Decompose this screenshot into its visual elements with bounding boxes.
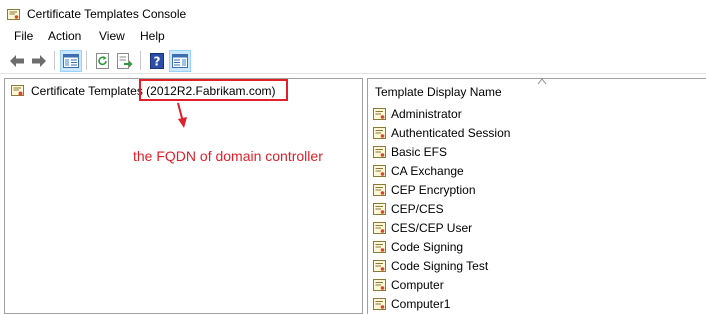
certificate-template-icon [373,145,386,158]
list-item[interactable]: Code Signing [373,237,706,256]
menu-file[interactable]: File [14,29,33,43]
certificate-console-icon [7,9,20,20]
list-item-label: Computer1 [391,296,451,311]
list-item-label: Code Signing Test [391,258,489,273]
certificate-template-icon [373,107,386,120]
list-item-label: Code Signing [391,239,464,254]
fqdn-highlight-box [139,79,288,101]
list-item-label: Authenticated Session [391,125,511,140]
annotation-arrow [177,102,187,128]
toolbar-separator [86,51,87,70]
list-item[interactable]: CEP Encryption [373,180,706,199]
list-item[interactable]: Basic EFS [373,142,706,161]
certificate-template-icon [373,126,386,139]
show-hide-action-pane-icon [172,54,188,68]
list-item[interactable]: CA Exchange [373,161,706,180]
refresh-button[interactable] [92,50,114,72]
show-hide-console-tree-button[interactable] [60,50,82,72]
toolbar: ? [0,48,706,74]
list-item[interactable]: CES/CEP User [373,218,706,237]
certificate-template-icon [373,202,386,215]
list-item[interactable]: Authenticated Session [373,123,706,142]
back-icon [10,55,24,67]
menu-view[interactable]: View [99,29,125,43]
list-item-label: CES/CEP User [391,220,473,235]
forward-icon [32,55,46,67]
list-item[interactable]: Computer [373,275,706,294]
list-item-label: CEP Encryption [391,182,476,197]
menu-help[interactable]: Help [140,29,165,43]
certificate-template-icon [373,240,386,253]
back-button[interactable] [6,50,28,72]
menu-action[interactable]: Action [48,29,81,43]
title-bar: Certificate Templates Console [0,0,706,28]
certificate-template-icon [373,297,386,310]
toolbar-separator [54,51,55,70]
toolbar-separator [140,51,141,70]
list-item[interactable]: Code Signing Test [373,256,706,275]
list-item-label: CA Exchange [391,163,464,178]
menu-bar: File Action View Help [0,28,706,46]
list-item[interactable]: Computer1 [373,294,706,313]
svg-text:?: ? [154,55,161,69]
refresh-icon [96,53,109,69]
list-item-label: Computer [391,277,444,292]
show-hide-console-tree-icon [63,54,79,68]
certificate-template-icon [11,85,24,96]
certificate-template-icon [373,183,386,196]
certificate-template-icon [373,164,386,177]
certificate-template-icon [373,259,386,272]
export-list-icon [117,53,133,69]
help-button[interactable]: ? [146,50,168,72]
show-hide-action-pane-button[interactable] [169,50,191,72]
certificate-template-icon [373,221,386,234]
annotation-label: the FQDN of domain controller [133,148,323,164]
column-header-template-display-name[interactable]: Template Display Name [375,85,502,99]
list-item-label: Administrator [391,106,462,121]
list-item-label: Basic EFS [391,144,448,159]
help-icon: ? [150,53,164,69]
list-item-label: CEP/CES [391,201,444,216]
list-item[interactable]: CEP/CES [373,199,706,218]
export-list-button[interactable] [114,50,136,72]
sort-ascending-icon [537,78,547,85]
window-title: Certificate Templates Console [27,7,187,21]
template-list: Administrator Authenticated Session Basi… [373,104,706,313]
certificate-template-icon [373,278,386,291]
forward-button[interactable] [28,50,50,72]
list-item[interactable]: Administrator [373,104,706,123]
